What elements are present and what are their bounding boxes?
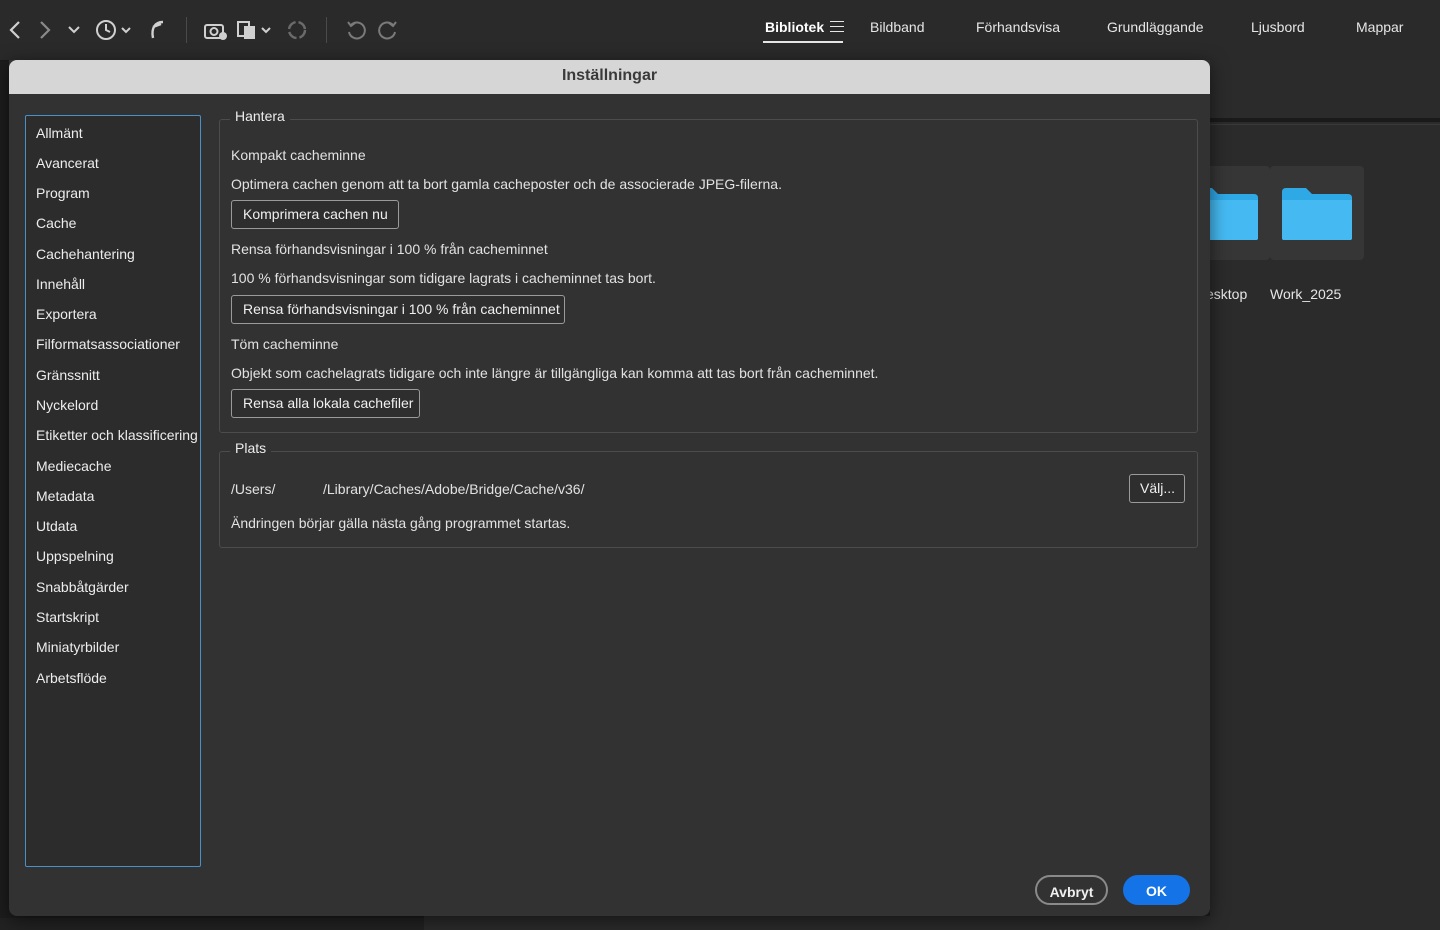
purge-100-heading: Rensa förhandsvisningar i 100 % från cac… (231, 241, 548, 257)
category-program[interactable]: Program (36, 185, 90, 201)
chevron-down-icon[interactable] (66, 16, 82, 44)
category-metadata[interactable]: Metadata (36, 488, 94, 504)
camera-import-icon[interactable] (202, 16, 230, 44)
cache-path-prefix: /Users/ (231, 481, 276, 497)
category-miniatyrbilder[interactable]: Miniatyrbilder (36, 639, 119, 655)
folder-thumbnail-work-2025[interactable] (1270, 166, 1364, 260)
compact-cache-heading: Kompakt cacheminne (231, 147, 366, 163)
workspace-menu-icon[interactable] (830, 21, 844, 36)
category-utdata[interactable]: Utdata (36, 518, 77, 534)
application-toolbar: Bibliotek Bildband Förhandsvisa Grundläg… (0, 0, 1440, 61)
preferences-category-list: Allmänt Avancerat Program Cache Cachehan… (25, 115, 201, 867)
copy-files-icon[interactable] (236, 16, 276, 44)
forward-arrow-icon[interactable] (36, 16, 54, 44)
compact-cache-button[interactable]: Komprimera cachen nu (231, 200, 399, 229)
folder-icon (1282, 188, 1352, 240)
status-bar-panel (424, 916, 1440, 930)
recent-history-icon[interactable] (94, 16, 134, 44)
purge-100-button[interactable]: Rensa förhandsvisningar i 100 % från cac… (231, 295, 565, 324)
location-group: Plats (219, 440, 1198, 548)
dialog-title: Inställningar (9, 60, 1210, 94)
workspace-tab-grundlaggande[interactable]: Grundläggande (1107, 19, 1204, 35)
toolbar-separator (326, 17, 327, 43)
ok-button[interactable]: OK (1123, 875, 1190, 905)
rotate-right-icon[interactable] (376, 16, 400, 44)
category-granssnitt[interactable]: Gränssnitt (36, 367, 100, 383)
folder-label-work-2025[interactable]: Work_2025 (1270, 286, 1341, 302)
category-avancerat[interactable]: Avancerat (36, 155, 99, 171)
empty-cache-description: Objekt som cachelagrats tidigare och int… (231, 365, 879, 381)
category-mediecache[interactable]: Mediecache (36, 458, 112, 474)
category-cache[interactable]: Cache (36, 215, 76, 231)
location-group-legend: Plats (230, 440, 272, 456)
category-arbetsflode[interactable]: Arbetsflöde (36, 670, 107, 686)
category-uppspelning[interactable]: Uppspelning (36, 548, 114, 564)
back-arrow-icon[interactable] (6, 16, 24, 44)
manage-group-legend: Hantera (230, 108, 290, 124)
category-etiketter[interactable]: Etiketter och klassificering (36, 427, 198, 443)
panel-divider (1210, 118, 1440, 122)
workspace-tab-mappar[interactable]: Mappar (1356, 19, 1403, 35)
category-cachehantering[interactable]: Cachehantering (36, 246, 135, 262)
toolbar-separator (186, 17, 187, 43)
clear-local-cache-button[interactable]: Rensa alla lokala cachefiler (231, 389, 420, 418)
workspace-tab-ljusbord[interactable]: Ljusbord (1251, 19, 1305, 35)
boomerang-icon[interactable] (146, 16, 168, 44)
active-workspace-underline (763, 41, 843, 43)
workspace-tab-bibliotek[interactable]: Bibliotek (765, 19, 824, 35)
workspace-tab-bildband[interactable]: Bildband (870, 19, 925, 35)
category-exportera[interactable]: Exportera (36, 306, 97, 322)
preferences-dialog: Inställningar Allmänt Avancerat Program … (9, 60, 1210, 916)
purge-100-description: 100 % förhandsvisningar som tidigare lag… (231, 270, 656, 286)
empty-cache-heading: Töm cacheminne (231, 336, 339, 352)
category-allmant[interactable]: Allmänt (36, 125, 83, 141)
panel-divider (1210, 124, 1440, 125)
refresh-icon[interactable] (285, 16, 309, 44)
restart-note: Ändringen börjar gälla nästa gång progra… (231, 515, 571, 531)
category-nyckelord[interactable]: Nyckelord (36, 397, 98, 413)
folder-label-desktop[interactable]: esktop (1206, 286, 1247, 302)
rotate-left-icon[interactable] (344, 16, 368, 44)
choose-location-button[interactable]: Välj... (1129, 474, 1185, 503)
category-filformatsassociationer[interactable]: Filformatsassociationer (36, 336, 180, 352)
category-innehall[interactable]: Innehåll (36, 276, 85, 292)
cache-path-suffix: /Library/Caches/Adobe/Bridge/Cache/v36/ (323, 481, 585, 497)
workspace-tab-forhandsvisa[interactable]: Förhandsvisa (976, 19, 1060, 35)
category-snabbatgarder[interactable]: Snabbåtgärder (36, 579, 129, 595)
compact-cache-description: Optimera cachen genom att ta bort gamla … (231, 176, 782, 192)
cancel-button[interactable]: Avbryt (1035, 875, 1108, 905)
category-startskript[interactable]: Startskript (36, 609, 99, 625)
